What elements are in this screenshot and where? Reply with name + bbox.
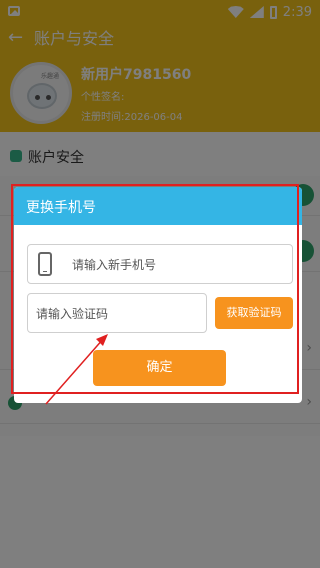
annotation-arrow bbox=[45, 334, 108, 405]
